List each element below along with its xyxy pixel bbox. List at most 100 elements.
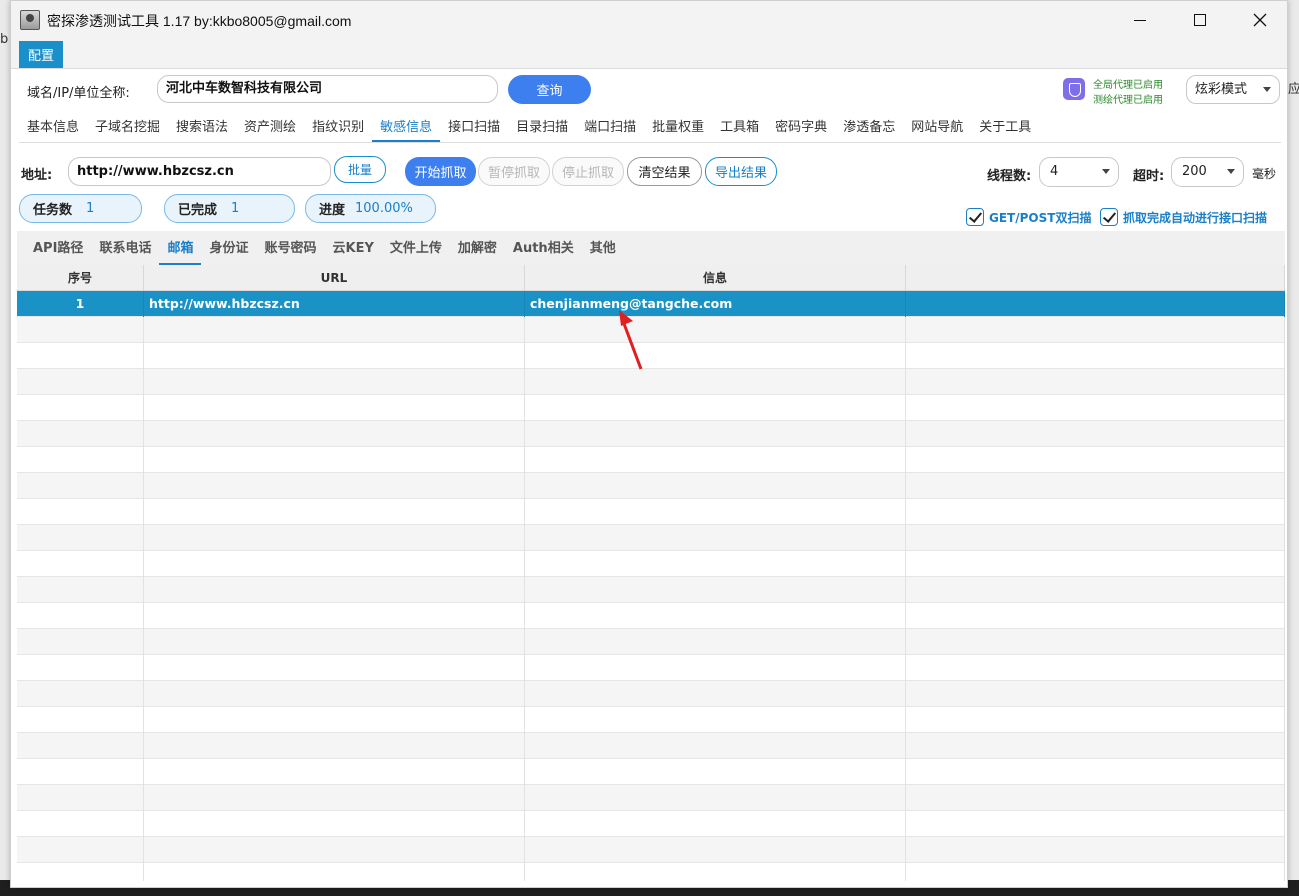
batch-button[interactable]: 批量 xyxy=(334,156,386,183)
table-cell-empty xyxy=(906,681,1285,707)
minimize-icon xyxy=(1134,19,1146,21)
query-bar: 域名/IP/单位全称: 河北中车数智科技有限公司 查询 全局代理已启用 测绘代理… xyxy=(11,69,1287,113)
address-input[interactable]: http://www.hbzcsz.cn xyxy=(68,157,331,186)
done-label: 已完成 xyxy=(178,203,218,218)
table-row-empty[interactable] xyxy=(17,733,1285,759)
table-row-empty[interactable] xyxy=(17,447,1285,473)
column-header-info[interactable]: 信息 xyxy=(525,265,906,291)
table-row-empty[interactable] xyxy=(17,369,1285,395)
tab-subdomain[interactable]: 子域名挖掘 xyxy=(87,113,168,142)
table-row-empty[interactable] xyxy=(17,811,1285,837)
subtab-auth[interactable]: Auth相关 xyxy=(505,231,582,265)
subtab-other[interactable]: 其他 xyxy=(582,231,624,265)
table-cell-empty xyxy=(525,525,906,551)
table-row-empty[interactable] xyxy=(17,707,1285,733)
table-row-empty[interactable] xyxy=(17,551,1285,577)
table-cell-empty xyxy=(906,447,1285,473)
tab-search-syntax[interactable]: 搜索语法 xyxy=(168,113,236,142)
table-cell-empty xyxy=(906,421,1285,447)
table-row-empty[interactable] xyxy=(17,577,1285,603)
threads-select[interactable]: 4 xyxy=(1039,157,1119,187)
auto-api-scan-checkbox[interactable]: 抓取完成自动进行接口扫描 xyxy=(1100,208,1267,226)
table-row-empty[interactable] xyxy=(17,785,1285,811)
proxy-global-status: 全局代理已启用 xyxy=(1093,80,1163,91)
subtab-id-card[interactable]: 身份证 xyxy=(201,231,256,265)
tab-dir-scan[interactable]: 目录扫描 xyxy=(508,113,576,142)
subtab-email[interactable]: 邮箱 xyxy=(159,231,202,265)
table-cell-empty xyxy=(525,681,906,707)
start-crawl-button[interactable]: 开始抓取 xyxy=(405,157,476,186)
domain-input[interactable]: 河北中车数智科技有限公司 xyxy=(157,75,498,103)
table-cell-empty xyxy=(906,733,1285,759)
table-cell-empty xyxy=(906,837,1285,863)
table-row-empty[interactable] xyxy=(17,603,1285,629)
tab-about[interactable]: 关于工具 xyxy=(971,113,1039,142)
tab-port-scan[interactable]: 端口扫描 xyxy=(576,113,644,142)
tab-password-dict[interactable]: 密码字典 xyxy=(767,113,835,142)
minimize-button[interactable] xyxy=(1111,1,1169,39)
table-row[interactable]: 1 http://www.hbzcsz.cn chenjianmeng@tang… xyxy=(17,291,1285,317)
getpost-checkbox[interactable]: GET/POST双扫描 xyxy=(966,208,1091,226)
app-icon xyxy=(20,10,40,30)
subtab-cloud-key[interactable]: 云KEY xyxy=(325,231,382,265)
subtab-phone[interactable]: 联系电话 xyxy=(91,231,159,265)
table-row-empty[interactable] xyxy=(17,759,1285,785)
chevron-down-icon xyxy=(1263,87,1271,92)
mode-select[interactable]: 炫彩模式 xyxy=(1186,75,1280,104)
table-row-empty[interactable] xyxy=(17,343,1285,369)
table-cell-empty xyxy=(525,759,906,785)
subtab-crypto[interactable]: 加解密 xyxy=(450,231,505,265)
stop-crawl-button[interactable]: 停止抓取 xyxy=(552,157,624,186)
subtab-file-upload[interactable]: 文件上传 xyxy=(382,231,450,265)
table-row-empty[interactable] xyxy=(17,681,1285,707)
table-cell-empty xyxy=(17,395,144,421)
subtab-account-password[interactable]: 账号密码 xyxy=(256,231,324,265)
table-cell-empty xyxy=(144,317,525,343)
pause-crawl-button[interactable]: 暂停抓取 xyxy=(478,157,550,186)
column-header-url[interactable]: URL xyxy=(144,265,525,291)
table-cell-empty xyxy=(906,369,1285,395)
table-row-empty[interactable] xyxy=(17,629,1285,655)
table-cell-empty xyxy=(17,629,144,655)
table-cell-empty xyxy=(906,317,1285,343)
table-cell-empty xyxy=(906,707,1285,733)
table-cell-empty xyxy=(906,473,1285,499)
tab-api-scan[interactable]: 接口扫描 xyxy=(440,113,508,142)
table-cell-empty xyxy=(525,577,906,603)
table-cell-empty xyxy=(525,603,906,629)
tab-fingerprint[interactable]: 指纹识别 xyxy=(304,113,372,142)
threads-value: 4 xyxy=(1050,164,1059,179)
table-row-empty[interactable] xyxy=(17,499,1285,525)
column-header-index[interactable]: 序号 xyxy=(17,265,144,291)
table-row-empty[interactable] xyxy=(17,525,1285,551)
clear-results-button[interactable]: 清空结果 xyxy=(627,157,702,186)
timeout-select[interactable]: 200 xyxy=(1171,157,1244,187)
tab-toolbox[interactable]: 工具箱 xyxy=(712,113,767,142)
table-cell-empty xyxy=(525,447,906,473)
maximize-button[interactable] xyxy=(1171,1,1229,39)
table-row-empty[interactable] xyxy=(17,317,1285,343)
address-label: 地址: xyxy=(21,168,53,183)
tab-batch-weight[interactable]: 批量权重 xyxy=(644,113,712,142)
menu-config[interactable]: 配置 xyxy=(19,41,63,68)
export-results-button[interactable]: 导出结果 xyxy=(705,157,777,186)
tab-pentest-notes[interactable]: 渗透备忘 xyxy=(835,113,903,142)
tab-asset-mapping[interactable]: 资产测绘 xyxy=(236,113,304,142)
table-row-empty[interactable] xyxy=(17,655,1285,681)
query-button[interactable]: 查询 xyxy=(508,75,591,104)
table-row-empty[interactable] xyxy=(17,395,1285,421)
tab-site-nav[interactable]: 网站导航 xyxy=(903,113,971,142)
table-cell-empty xyxy=(17,811,144,837)
table-row-empty[interactable] xyxy=(17,473,1285,499)
tab-basic-info[interactable]: 基本信息 xyxy=(19,113,87,142)
cell-filler xyxy=(906,291,1285,317)
table-row-empty[interactable] xyxy=(17,863,1285,881)
tab-sensitive-info[interactable]: 敏感信息 xyxy=(372,113,441,142)
close-button[interactable] xyxy=(1231,1,1289,39)
table-cell-empty xyxy=(525,369,906,395)
table-row-empty[interactable] xyxy=(17,421,1285,447)
table-cell-empty xyxy=(144,707,525,733)
table-cell-empty xyxy=(906,577,1285,603)
table-row-empty[interactable] xyxy=(17,837,1285,863)
subtab-api-path[interactable]: API路径 xyxy=(25,231,91,265)
